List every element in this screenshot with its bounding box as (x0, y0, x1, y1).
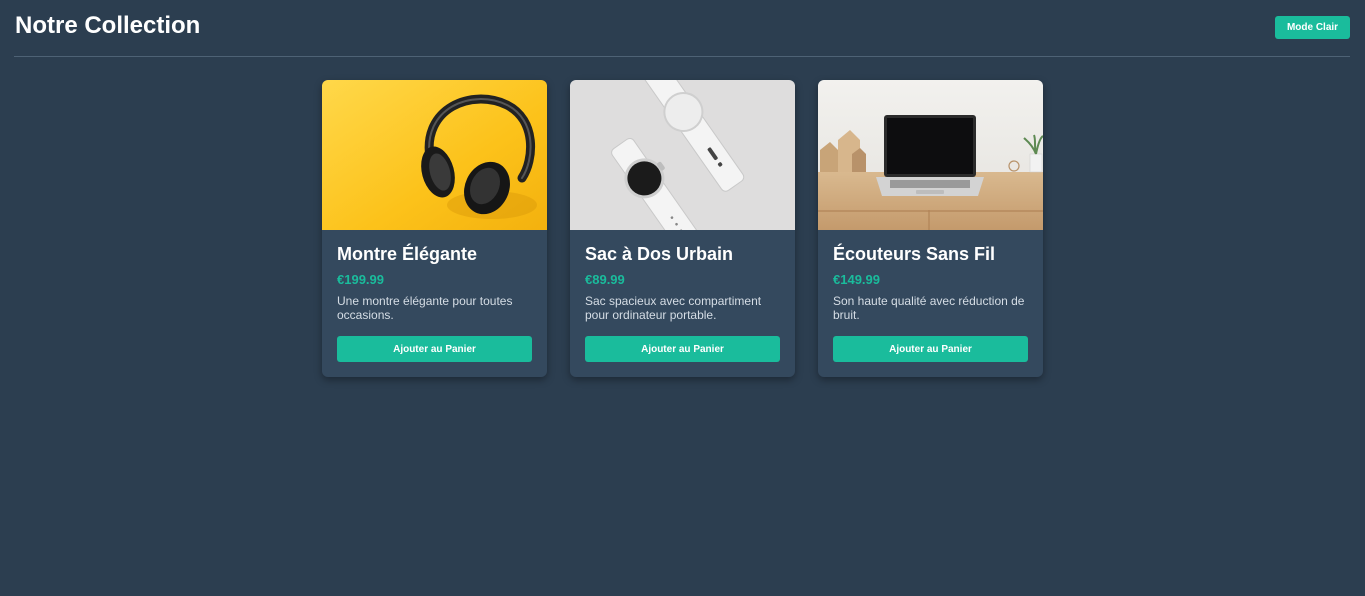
product-image-laptop (818, 80, 1043, 230)
product-name: Montre Élégante (337, 244, 478, 264)
product-name: Écouteurs Sans Fil (833, 244, 996, 264)
page-title: Notre Collection (15, 12, 201, 39)
add-to-cart-button[interactable]: Ajouter au Panier (585, 336, 780, 362)
product-grid: Montre Élégante €199.99 Une montre éléga… (322, 80, 1043, 377)
product-description: Sac spacieux avec compartiment pour ordi… (585, 294, 762, 322)
product-price: €149.99 (833, 272, 880, 287)
product-price: €199.99 (337, 272, 384, 287)
page-header: Notre Collection Mode Clair (14, 0, 1350, 57)
product-card: Écouteurs Sans Fil €149.99 Son haute qua… (818, 80, 1043, 377)
product-card: Sac à Dos Urbain €89.99 Sac spacieux ave… (570, 80, 795, 377)
add-to-cart-button[interactable]: Ajouter au Panier (833, 336, 1028, 362)
light-mode-button[interactable]: Mode Clair (1275, 16, 1350, 39)
product-card: Montre Élégante €199.99 Une montre éléga… (322, 80, 547, 377)
product-description: Son haute qualité avec réduction de brui… (833, 294, 1025, 322)
product-name: Sac à Dos Urbain (585, 244, 734, 264)
product-description: Une montre élégante pour toutes occasion… (337, 294, 513, 322)
product-image-smartwatch (570, 80, 795, 230)
add-to-cart-button[interactable]: Ajouter au Panier (337, 336, 532, 362)
product-price: €89.99 (585, 272, 625, 287)
product-image-headphones (322, 80, 547, 230)
